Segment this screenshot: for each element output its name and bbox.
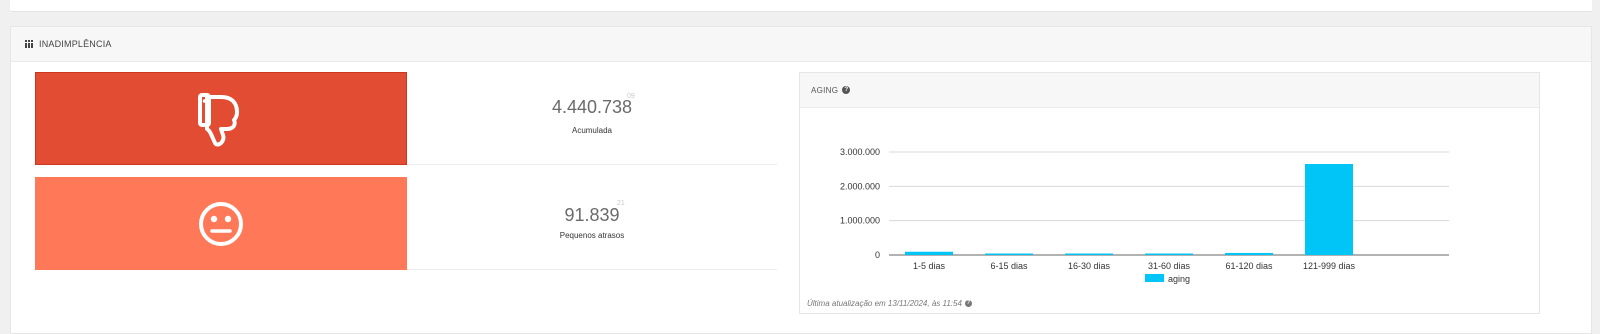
- legend-label: aging: [1168, 274, 1190, 284]
- aging-title: AGING: [811, 85, 839, 95]
- question-circle-icon[interactable]: ?: [964, 300, 972, 307]
- last-updated-text: Última atualização em 13/11/2024, às 11:…: [807, 299, 962, 308]
- x-tick-label: 121-999 dias: [1303, 261, 1356, 271]
- accumulated-sup: 09: [627, 93, 635, 100]
- x-tick-label: 16-30 dias: [1068, 261, 1111, 271]
- small-delays-sup: 21: [617, 200, 625, 207]
- aging-chart: 3.000.000 2.000.000 1.000.000 0 1-5 dias 6-15…: [840, 147, 1449, 284]
- panel-title: INADIMPLÊNCIA: [39, 39, 112, 49]
- thumbs-down-icon: [198, 92, 239, 146]
- aging-card: AGING ? 3.000.000 2.000.000 1.000.000 0 1-5 …: [799, 72, 1540, 314]
- x-tick-label: 61-120 dias: [1225, 261, 1273, 271]
- neutral-face-icon: [199, 201, 243, 246]
- bar-grid-icon: [25, 40, 33, 48]
- bar: [1145, 253, 1193, 255]
- accumulated-value: 4.440.738: [551, 97, 633, 117]
- x-tick-label: 1-5 dias: [913, 261, 946, 271]
- small-delays-value: 91.839: [564, 205, 620, 225]
- y-tick-label: 3.000.000: [840, 147, 880, 157]
- bar: [905, 251, 953, 255]
- small-delays-stat: 91.839 21 Pequenos atrasos: [407, 177, 777, 270]
- bar: [1305, 164, 1353, 255]
- small-delays-tile: [35, 177, 407, 270]
- legend-swatch: [1145, 274, 1164, 282]
- bar: [1065, 253, 1113, 255]
- y-tick-label: 2.000.000: [840, 181, 880, 191]
- accumulated-stat: 4.440.738 09 Acumulada: [407, 72, 777, 165]
- small-delays-label: Pequenos atrasos: [559, 231, 625, 240]
- y-tick-label: 1.000.000: [840, 216, 880, 226]
- accumulated-tile: [35, 72, 407, 165]
- inadimplencia-panel: INADIMPLÊNCIA 4.440.738 09 Acumulada 91.…: [10, 26, 1592, 334]
- aging-header: AGING ?: [800, 73, 1539, 108]
- panel-header: INADIMPLÊNCIA: [11, 27, 1591, 62]
- bar: [985, 253, 1033, 255]
- accumulated-label: Acumulada: [571, 126, 613, 135]
- x-tick-label: 6-15 dias: [990, 261, 1028, 271]
- x-tick-label: 31-60 dias: [1148, 261, 1191, 271]
- top-panel-strip: [10, 0, 1592, 12]
- last-updated: Última atualização em 13/11/2024, às 11:…: [807, 299, 972, 308]
- bar: [1225, 252, 1273, 255]
- y-tick-label: 0: [875, 250, 880, 260]
- question-circle-icon[interactable]: ?: [842, 86, 851, 94]
